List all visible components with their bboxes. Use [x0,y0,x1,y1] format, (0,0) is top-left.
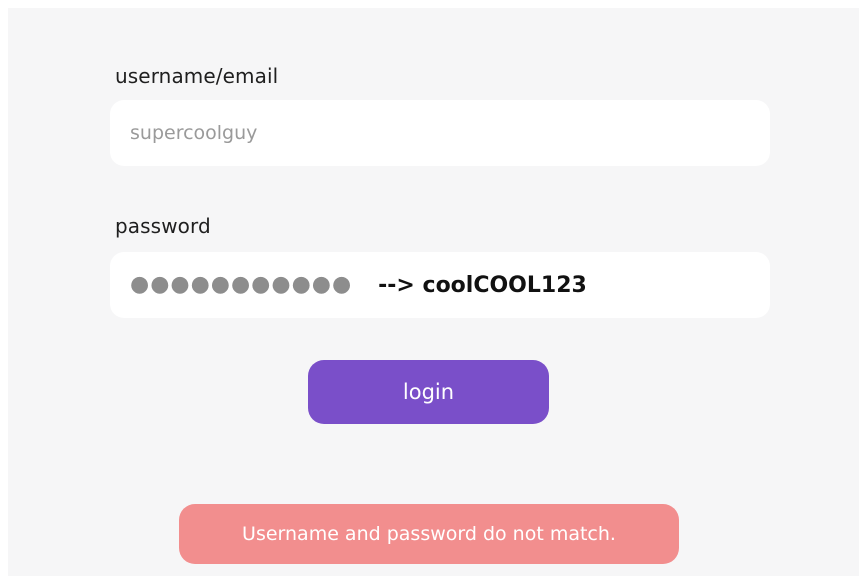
username-input[interactable] [130,122,730,144]
password-label: password [115,214,211,238]
login-panel: username/email password ●●●●●●●●●●● --> … [8,8,859,576]
password-annotation: --> coolCOOL123 [378,272,587,298]
username-label: username/email [115,64,279,88]
login-button[interactable]: login [308,360,549,424]
password-field[interactable]: ●●●●●●●●●●● --> coolCOOL123 [110,252,770,318]
username-field[interactable] [110,100,770,166]
error-message: Username and password do not match. [179,504,679,564]
password-masked-value[interactable]: ●●●●●●●●●●● [130,274,352,296]
